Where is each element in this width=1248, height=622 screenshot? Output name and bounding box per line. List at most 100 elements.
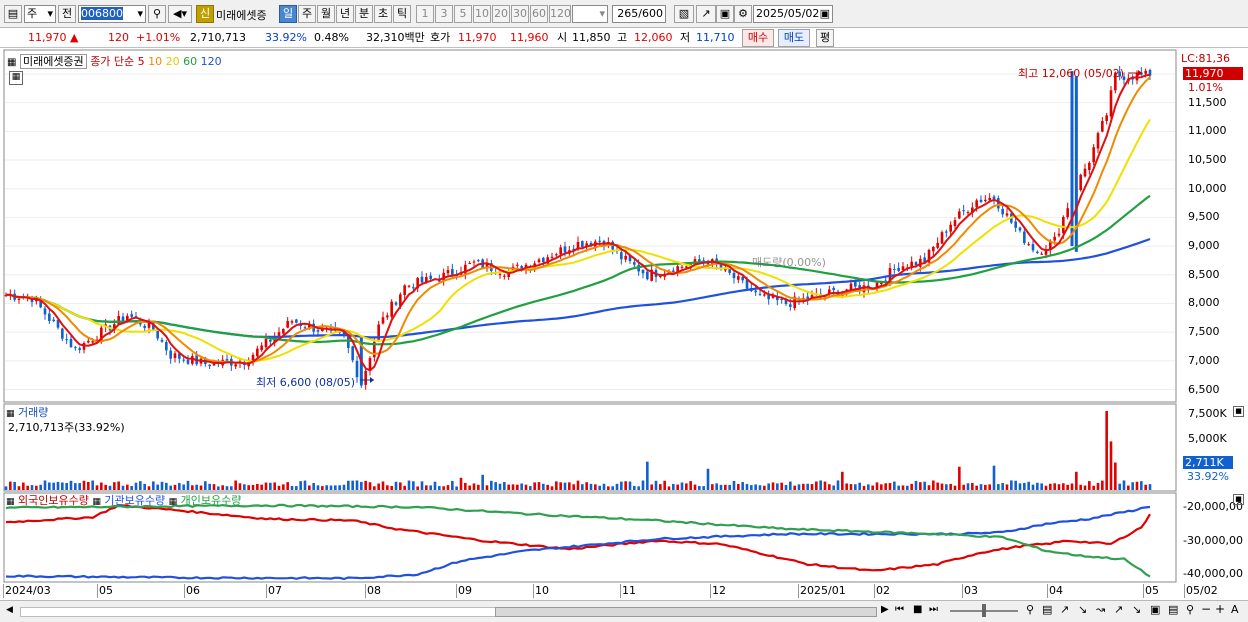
font-size-icon[interactable]: A <box>1231 603 1239 616</box>
volume-bar <box>789 481 792 490</box>
volume-bar <box>706 468 710 490</box>
candle-body <box>269 339 272 342</box>
volume-bar <box>641 480 645 490</box>
quote-change: 120 <box>108 31 129 44</box>
search-icon[interactable]: ⚲ <box>148 5 166 23</box>
interval-120[interactable]: 120 <box>549 5 571 23</box>
candle-body <box>680 266 684 268</box>
draw-icon[interactable]: ↗ <box>696 5 716 23</box>
tab-tick[interactable]: 틱 <box>393 5 411 23</box>
candle-body <box>121 316 125 322</box>
volume-bar <box>1049 483 1052 490</box>
candle-body <box>997 198 1000 209</box>
fib-icon[interactable]: ↘ <box>1132 603 1141 616</box>
volume-bar <box>295 486 298 490</box>
bar-icon[interactable]: ▤ <box>1042 603 1052 616</box>
forward-icon[interactable]: ⏭ <box>929 604 938 615</box>
candle-body <box>1031 244 1035 251</box>
tab-minute[interactable]: 분 <box>355 5 373 23</box>
zoom-handle[interactable] <box>982 604 986 617</box>
tab-second[interactable]: 초 <box>374 5 392 23</box>
volume-bar <box>784 484 788 490</box>
zoom-in-icon[interactable]: + <box>1215 602 1225 616</box>
trend-up-icon[interactable]: ↗ <box>1060 603 1069 616</box>
zoom-search-icon[interactable]: ⚲ <box>1186 603 1194 616</box>
volume-bar <box>598 485 601 490</box>
volume-bar <box>767 483 770 490</box>
layers-icon[interactable]: ▤ <box>1168 603 1178 616</box>
speaker-icon[interactable]: ◀▾ <box>168 5 192 23</box>
volume-bar <box>82 480 86 490</box>
interval-60[interactable]: 60 <box>530 5 548 23</box>
tab-month[interactable]: 월 <box>317 5 335 23</box>
grid-icon[interactable]: ▦ <box>9 71 23 85</box>
volume-bar <box>256 483 259 490</box>
trend-down-icon[interactable]: ↘ <box>1078 603 1087 616</box>
tab-week[interactable]: 주 <box>298 5 316 23</box>
volume-bar <box>984 484 987 490</box>
volume-bar <box>819 480 822 490</box>
candle-body <box>854 281 857 287</box>
interval-1[interactable]: 1 <box>416 5 434 23</box>
scroll-thumb[interactable] <box>495 607 877 617</box>
interval-custom-select[interactable]: ▾ <box>572 5 608 23</box>
date-field[interactable]: 2025/05/02 ▣ <box>753 5 833 23</box>
interval-5[interactable]: 5 <box>454 5 472 23</box>
interval-30[interactable]: 30 <box>511 5 529 23</box>
flow-close-icon[interactable]: ■ <box>1233 494 1244 505</box>
candle-body <box>381 317 385 324</box>
stop-icon[interactable]: ■ <box>913 604 922 615</box>
tab-day[interactable]: 일 <box>279 5 297 23</box>
calendar-icon[interactable]: ▣ <box>820 6 830 22</box>
volume-bar <box>806 483 809 490</box>
buy-button[interactable]: 매수 <box>742 29 774 47</box>
candle-icon[interactable]: ▧ <box>674 5 694 23</box>
quote-price: 11,970 ▲ <box>28 31 79 44</box>
ray-icon[interactable]: ↝ <box>1096 603 1105 616</box>
volume-bar <box>451 480 454 490</box>
scroll-right-icon[interactable]: ▶ <box>881 604 889 615</box>
avg-button[interactable]: 평 <box>816 29 834 47</box>
scroll-track[interactable] <box>20 607 497 617</box>
scroll-left-icon[interactable]: ◀ <box>6 605 13 615</box>
interval-3[interactable]: 3 <box>435 5 453 23</box>
tab-year[interactable]: 년 <box>336 5 354 23</box>
interval-10[interactable]: 10 <box>473 5 491 23</box>
rewind-icon[interactable]: ⏮ <box>895 604 904 615</box>
faded-note: 매도량(0.00%) <box>752 256 826 269</box>
volume-bar <box>745 483 749 490</box>
candle-body <box>958 211 961 219</box>
search-icon-2[interactable]: ⚲ <box>1026 603 1034 616</box>
candle-body <box>48 313 51 321</box>
price-legend: ▦ 미래에셋증권 종가 단순 5 10 20 60 120 <box>7 53 222 69</box>
code-prefix[interactable]: 전 <box>58 5 76 23</box>
sell-button[interactable]: 매도 <box>778 29 810 47</box>
volume-bar <box>286 482 289 490</box>
clear-icon[interactable]: ▣ <box>1150 603 1160 616</box>
x-tick-mark <box>1184 584 1185 598</box>
candle-body <box>741 277 744 281</box>
volume-last-tag: 2,711K <box>1183 456 1233 469</box>
x-tick-mark <box>798 584 799 598</box>
count-field[interactable]: 265/600 <box>612 5 666 23</box>
gear-icon[interactable]: ⚙ <box>734 5 752 23</box>
candle-body <box>1079 174 1082 191</box>
volume-legend: ▦ 거래량 <box>6 404 48 420</box>
line-icon[interactable]: ↗ <box>1114 603 1123 616</box>
volume-bar <box>1118 483 1121 490</box>
volume-bar <box>22 482 25 490</box>
layout-icon[interactable]: ▤ <box>4 5 22 23</box>
candle-body <box>498 274 502 276</box>
save-icon[interactable]: ▣ <box>716 5 734 23</box>
period-select[interactable]: 주 ▾ <box>24 5 56 23</box>
volume-bar <box>264 482 268 490</box>
zoom-out-icon[interactable]: − <box>1201 602 1211 616</box>
candle-body <box>91 341 94 343</box>
volume-bar <box>26 485 29 490</box>
stock-code-input[interactable]: 006800 ▾ <box>78 5 146 23</box>
volume-close-icon[interactable]: ■ <box>1233 406 1244 417</box>
candle-body <box>1144 70 1147 74</box>
volume-bar <box>958 466 961 490</box>
candle-body <box>975 200 978 208</box>
interval-20[interactable]: 20 <box>492 5 510 23</box>
